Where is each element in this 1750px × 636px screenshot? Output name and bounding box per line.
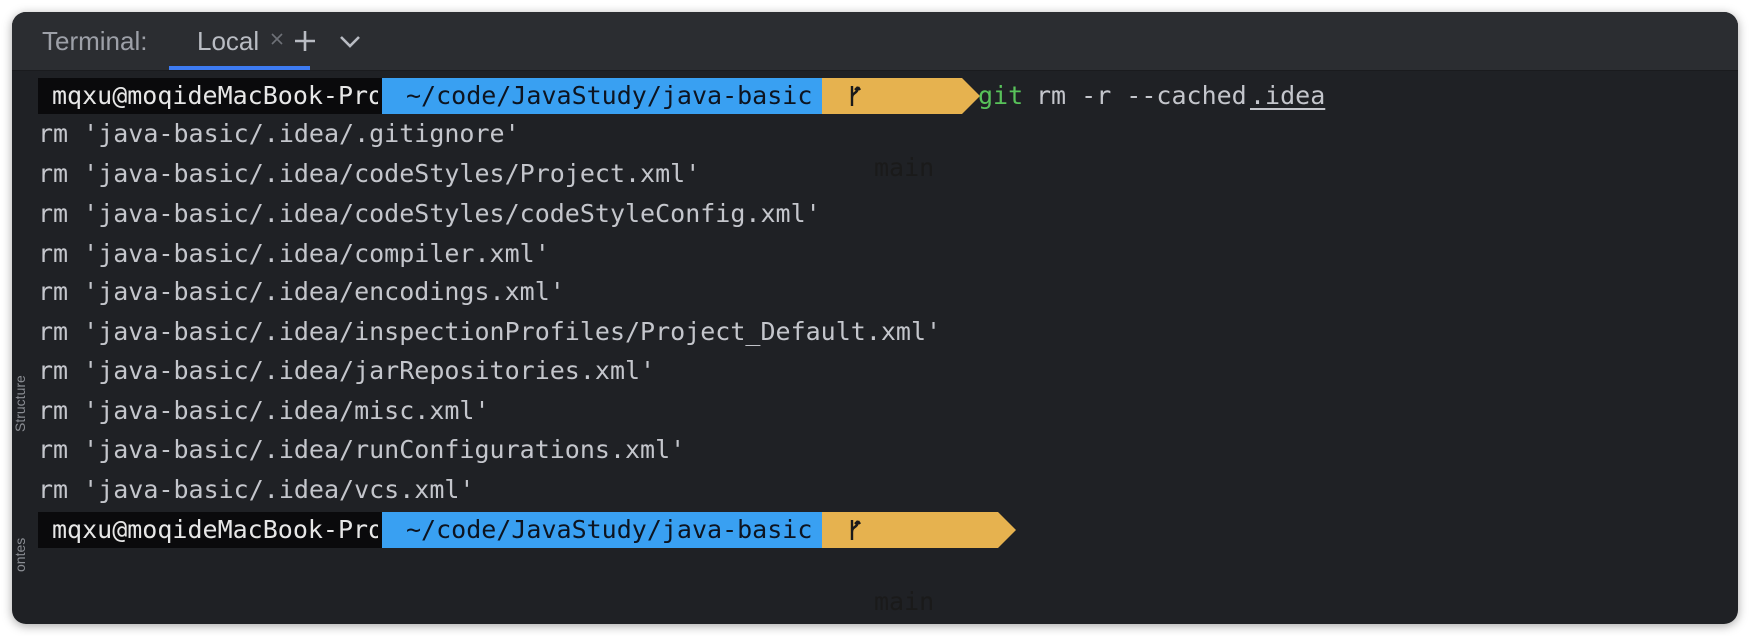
terminal-label: Terminal:	[42, 26, 148, 56]
output-line: rm 'java-basic/.idea/jarRepositories.xml…	[38, 356, 656, 385]
chevron-down-icon[interactable]	[335, 26, 365, 56]
git-branch-icon	[850, 520, 861, 540]
output-line: rm 'java-basic/.idea/runConfigurations.x…	[38, 435, 686, 464]
output-line: rm 'java-basic/.idea/compiler.xml'	[38, 239, 550, 268]
terminal-tabbar: Terminal: Local	[12, 12, 1738, 71]
output-line: rm 'java-basic/.idea/misc.xml'	[38, 396, 490, 425]
terminal-output[interactable]: mqxu@moqideMacBook-Pro ~/code/JavaStudy/…	[38, 74, 1728, 624]
close-icon[interactable]	[269, 31, 285, 47]
output-line: rm 'java-basic/.idea/vcs.xml'	[38, 475, 475, 504]
prompt-branch-name: main	[874, 153, 935, 182]
prompt-user: mqxu@moqideMacBook-Pro	[38, 512, 392, 548]
plus-icon[interactable]	[290, 26, 320, 56]
command-args: rm -r --cached	[1036, 81, 1247, 110]
git-branch-icon	[850, 86, 861, 106]
command-program: git	[978, 81, 1024, 110]
active-tab-indicator	[169, 66, 310, 70]
output-line: rm 'java-basic/.idea/.gitignore'	[38, 119, 520, 148]
tab-local-label: Local	[197, 26, 260, 56]
prompt-line-2: mqxu@moqideMacBook-Pro ~/code/JavaStudy/…	[38, 512, 1038, 624]
prompt-separator	[998, 512, 1016, 548]
output-line: rm 'java-basic/.idea/inspectionProfiles/…	[38, 317, 942, 346]
side-tool-strip: Structure ontes	[12, 352, 28, 572]
prompt-path: ~/code/JavaStudy/java-basic	[382, 78, 842, 114]
branch-dirty-indicator: ✚	[948, 620, 963, 624]
prompt-path: ~/code/JavaStudy/java-basic	[382, 512, 842, 548]
prompt-branch-name: main	[874, 587, 935, 616]
prompt-branch: main	[822, 78, 962, 182]
prompt-line-1: mqxu@moqideMacBook-Pro ~/code/JavaStudy/…	[38, 78, 1438, 182]
tab-local[interactable]: Local	[169, 12, 310, 70]
structure-side-tab[interactable]: Structure	[12, 362, 28, 432]
output-line: rm 'java-basic/.idea/codeStyles/Project.…	[38, 159, 701, 188]
notes-side-tab[interactable]: ontes	[12, 502, 28, 572]
prompt-branch: main ✚	[822, 512, 998, 624]
terminal-window: Terminal: Local Structure ontes mqxu@moq…	[12, 12, 1738, 624]
output-line: rm 'java-basic/.idea/codeStyles/codeStyl…	[38, 199, 821, 228]
output-line: rm 'java-basic/.idea/encodings.xml'	[38, 277, 565, 306]
command-target[interactable]: .idea	[1250, 78, 1325, 114]
prompt-user: mqxu@moqideMacBook-Pro	[38, 78, 392, 114]
